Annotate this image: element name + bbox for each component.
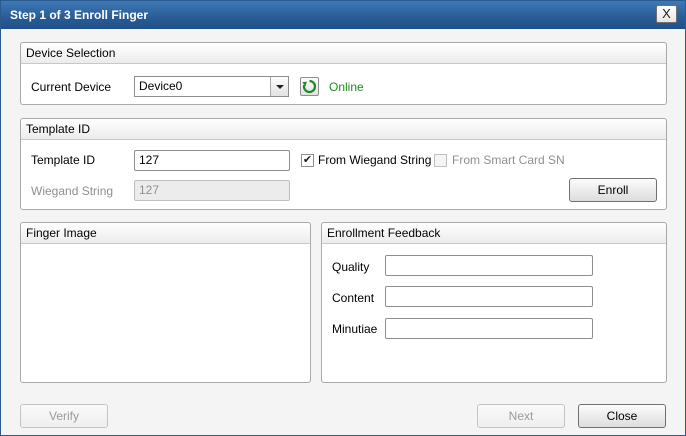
verify-button[interactable]: Verify	[20, 404, 108, 428]
from-wiegand-label: From Wiegand String	[318, 153, 432, 167]
next-button[interactable]: Next	[477, 404, 565, 428]
device-selection-group: Device Selection Current Device Device0 …	[20, 42, 667, 105]
wiegand-string-input[interactable]: 127	[134, 180, 290, 201]
quality-field[interactable]	[385, 255, 593, 276]
template-id-label: Template ID	[31, 153, 96, 167]
window-title: Step 1 of 3 Enroll Finger	[10, 8, 149, 22]
close-window-button[interactable]: X	[656, 5, 677, 23]
enroll-finger-dialog: Step 1 of 3 Enroll Finger X Device Selec…	[0, 0, 686, 436]
content-label: Content	[332, 291, 375, 305]
wiegand-string-label: Wiegand String	[31, 184, 114, 198]
enrollment-feedback-header: Enrollment Feedback	[322, 223, 666, 244]
template-id-input[interactable]: 127	[134, 150, 290, 171]
current-device-label: Current Device	[31, 80, 112, 94]
from-wiegand-checkbox[interactable]: ✔	[301, 154, 314, 167]
minutiae-field[interactable]	[385, 318, 593, 339]
title-bar: Step 1 of 3 Enroll Finger X	[1, 1, 685, 29]
finger-image-area	[22, 245, 309, 381]
from-smart-card-label: From Smart Card SN	[452, 153, 565, 167]
from-smart-card-checkbox[interactable]	[434, 154, 447, 167]
chevron-down-icon[interactable]	[270, 77, 288, 96]
device-status-online: Online	[329, 80, 364, 94]
refresh-button[interactable]	[300, 77, 319, 96]
template-id-group: Template ID Template ID 127 ✔ From Wiega…	[20, 118, 667, 210]
current-device-dropdown[interactable]: Device0	[134, 76, 289, 97]
content-field[interactable]	[385, 286, 593, 307]
minutiae-label: Minutiae	[332, 322, 378, 336]
close-button[interactable]: Close	[578, 404, 666, 428]
enrollment-feedback-group: Enrollment Feedback Quality Content Minu…	[321, 222, 667, 383]
device-selection-header: Device Selection	[21, 43, 666, 64]
refresh-icon	[302, 79, 317, 94]
quality-label: Quality	[332, 260, 370, 274]
checkmark-icon: ✔	[302, 154, 313, 166]
template-id-header: Template ID	[21, 119, 666, 140]
finger-image-group: Finger Image	[20, 222, 311, 383]
current-device-value: Device0	[139, 79, 183, 93]
finger-image-header: Finger Image	[21, 223, 310, 244]
enroll-button[interactable]: Enroll	[569, 178, 657, 202]
